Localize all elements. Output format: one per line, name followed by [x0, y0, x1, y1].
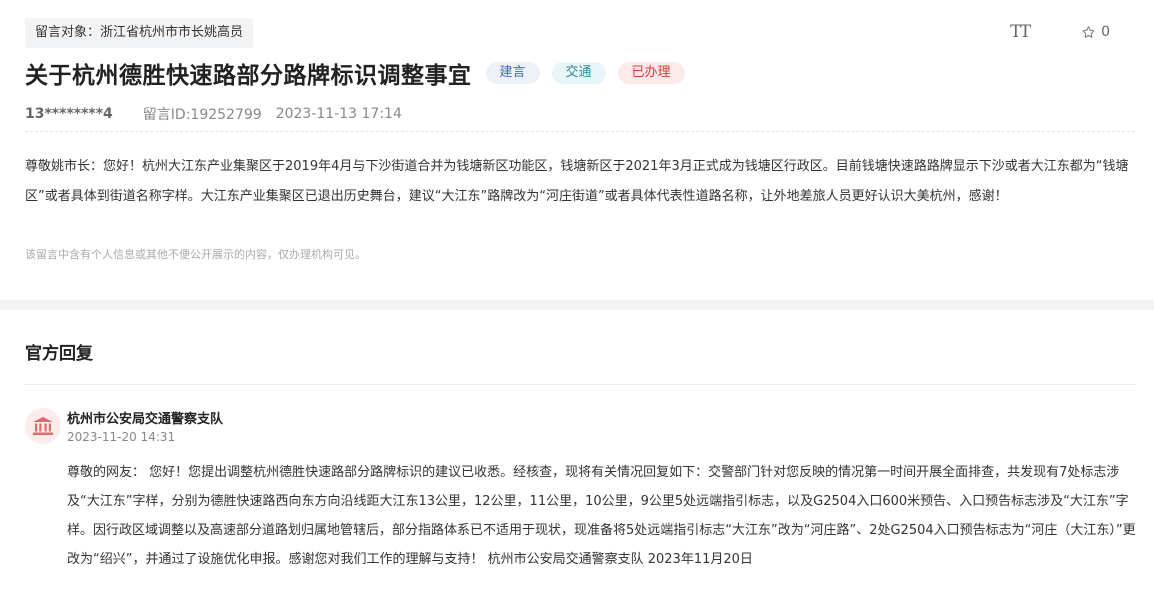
title-row: 关于杭州德胜快速路部分路牌标识调整事宜 建言 交通 已办理 — [25, 56, 697, 90]
government-building-icon — [33, 417, 53, 435]
reply-org-name: 杭州市公安局交通警察支队 — [67, 412, 224, 427]
divider — [25, 384, 1135, 385]
message-id: 留言ID:19252799 — [142, 107, 262, 123]
org-avatar — [25, 408, 61, 444]
privacy-note: 该留言中含有个人信息或其他不便公开展示的内容，仅办理机构可见。 — [25, 248, 366, 261]
reply-datetime: 2023-11-20 14:31 — [67, 430, 176, 444]
message-title: 关于杭州德胜快速路部分路牌标识调整事宜 — [25, 63, 472, 89]
reply-content: 尊敬的网友： 您好！您提出调整杭州德胜快速路部分路牌标识的建议已收悉。经核查，现… — [67, 465, 1136, 567]
message-meta: 13********4 留言ID:19252799 2023-11-13 17:… — [25, 104, 402, 124]
message-datetime: 2023-11-13 17:14 — [275, 106, 402, 122]
tag-traffic[interactable]: 交通 — [551, 62, 606, 84]
favorite-count: 0 — [1101, 24, 1110, 40]
message-content: 尊敬姚市长：您好！杭州大江东产业集聚区于2019年4月与下沙街道合并为钱塘新区功… — [25, 159, 1129, 204]
tag-list: 建言 交通 已办理 — [485, 62, 697, 84]
message-detail-page: 留言对象：浙江省杭州市市长姚高员 TT 0 关于杭州德胜快速路部分路牌标识调整事… — [0, 0, 1154, 616]
font-size-icon[interactable]: TT — [1010, 22, 1031, 42]
message-card: 留言对象：浙江省杭州市市长姚高员 TT 0 关于杭州德胜快速路部分路牌标识调整事… — [0, 0, 1154, 300]
message-user: 13********4 — [25, 106, 113, 122]
tag-suggestion[interactable]: 建言 — [485, 62, 540, 84]
star-icon — [1082, 25, 1095, 38]
favorite-button[interactable]: 0 — [1081, 24, 1110, 40]
tag-status: 已办理 — [617, 62, 685, 84]
recipient-label: 留言对象：浙江省杭州市市长姚高员 — [25, 18, 254, 48]
section-separator — [0, 300, 1154, 310]
divider — [25, 131, 1135, 132]
reply-section-title: 官方回复 — [25, 344, 93, 364]
toolbar: TT 0 — [1010, 22, 1110, 42]
